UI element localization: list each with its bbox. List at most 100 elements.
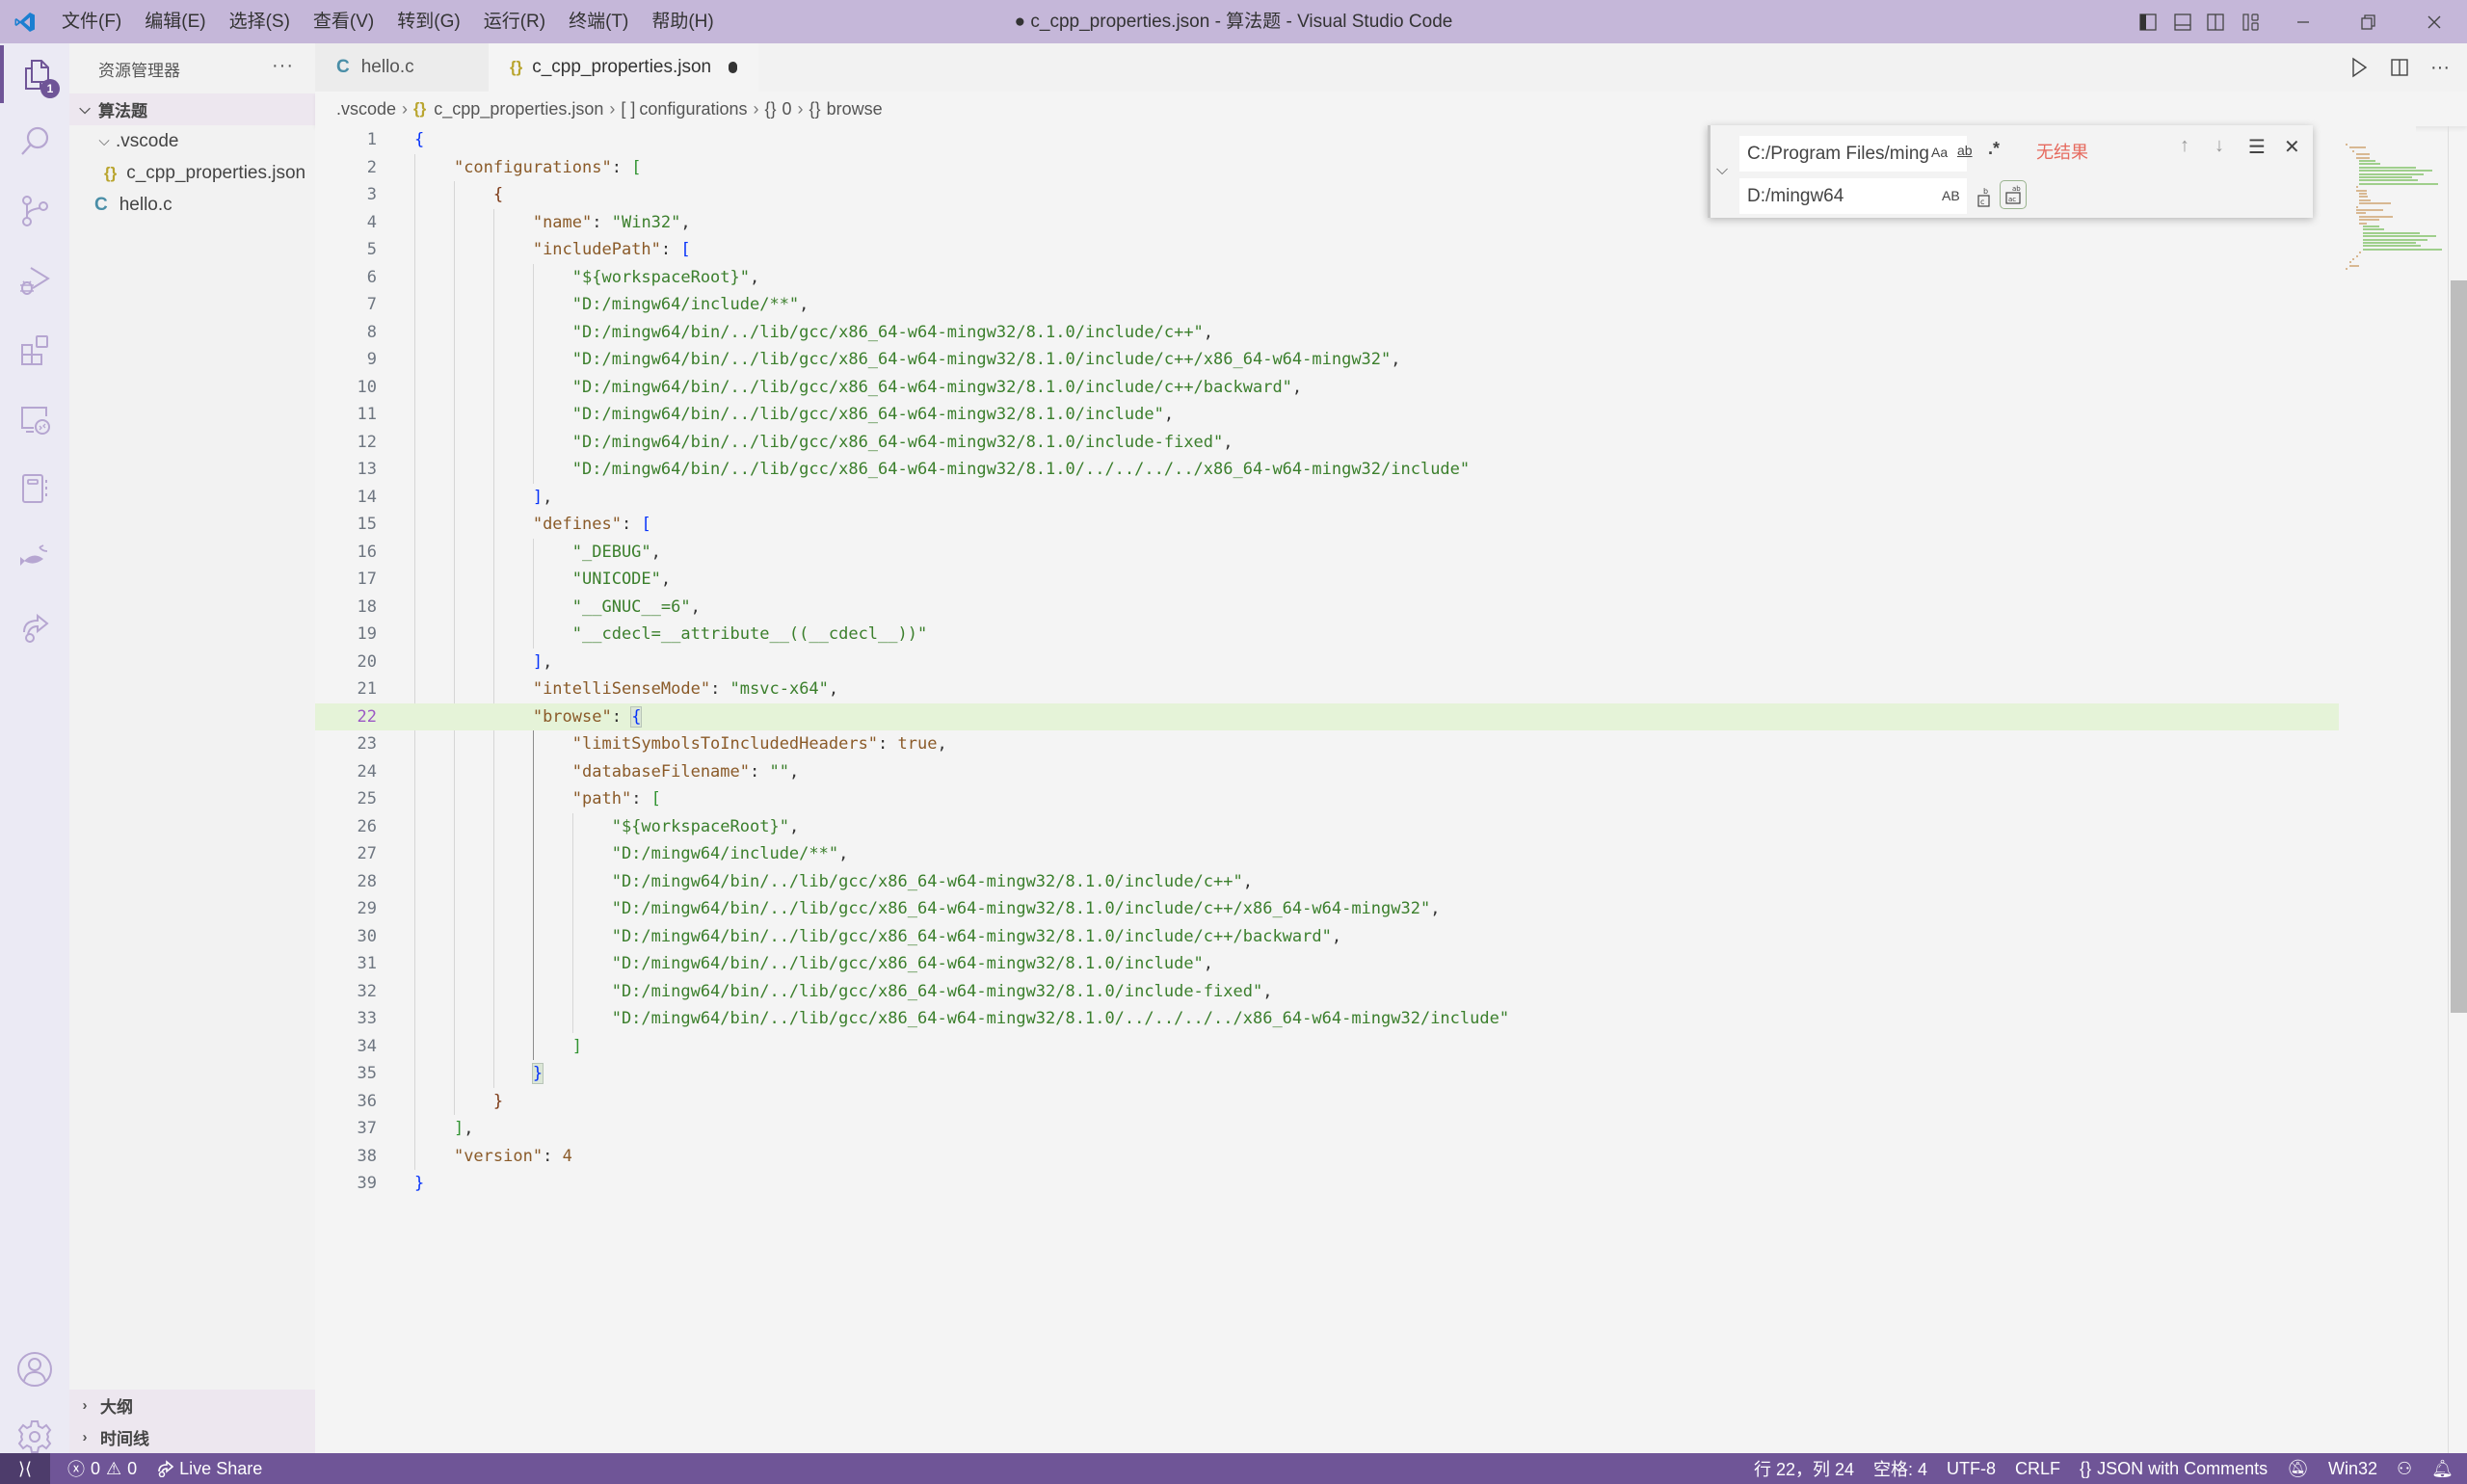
scrollbar-thumb[interactable] (2451, 280, 2467, 1013)
code-line[interactable]: 37 ], (315, 1115, 2339, 1143)
code-line[interactable]: 10 "D:/mingw64/bin/../lib/gcc/x86_64-w64… (315, 374, 2339, 402)
menu-view[interactable]: 查看(V) (302, 0, 385, 43)
activity-extensions[interactable] (0, 321, 69, 379)
code-line[interactable]: 15 "defines": [ (315, 511, 2339, 539)
platform[interactable]: Win32 (2319, 1459, 2387, 1479)
vertical-scrollbar[interactable] (2448, 126, 2467, 1453)
tab-hello-c[interactable]: C hello.c (315, 43, 489, 92)
replace-all-icon[interactable]: ac ab (2000, 180, 2027, 209)
close-find-icon[interactable]: ✕ (2284, 135, 2300, 159)
next-match-icon[interactable]: ↓ (2215, 135, 2224, 157)
code-line[interactable]: 8 "D:/mingw64/bin/../lib/gcc/x86_64-w64-… (315, 319, 2339, 347)
replace-one-icon[interactable]: cb (1976, 185, 1993, 208)
breadcrumb-item[interactable]: 0 (783, 99, 792, 119)
code-line[interactable]: 12 "D:/mingw64/bin/../lib/gcc/x86_64-w64… (315, 429, 2339, 457)
section-outline[interactable]: › 大纲 (69, 1390, 315, 1421)
code-line[interactable]: 19 "__cdecl=__attribute__((__cdecl__))" (315, 621, 2339, 649)
code-line[interactable]: 28 "D:/mingw64/bin/../lib/gcc/x86_64-w64… (315, 868, 2339, 896)
code-line[interactable]: 9 "D:/mingw64/bin/../lib/gcc/x86_64-w64-… (315, 346, 2339, 374)
code-line[interactable]: 23 "limitSymbolsToIncludedHeaders": true… (315, 730, 2339, 758)
toggle-panel-button[interactable] (2166, 0, 2199, 43)
whole-word-toggle[interactable]: ab (1957, 143, 1973, 158)
code-line[interactable]: 34 ] (315, 1033, 2339, 1061)
code-line[interactable]: 24 "databaseFilename": "", (315, 758, 2339, 786)
code-line[interactable]: 17 "UNICODE", (315, 566, 2339, 594)
regex-toggle[interactable]: .* (1988, 139, 2000, 159)
code-line[interactable]: 38 "version": 4 (315, 1143, 2339, 1171)
cursor-position[interactable]: 行 22，列 24 (1744, 1456, 1864, 1481)
code-line[interactable]: 13 "D:/mingw64/bin/../lib/gcc/x86_64-w64… (315, 456, 2339, 484)
problems-indicator[interactable]: ⓧ 0 ⚠ 0 (58, 1456, 146, 1481)
notifications[interactable]: 🔔︎ (2422, 1459, 2467, 1479)
code-line[interactable]: 14 ], (315, 484, 2339, 512)
menu-help[interactable]: 帮助(H) (640, 0, 725, 43)
run-icon[interactable] (2349, 57, 2369, 78)
tree-item-vscode-folder[interactable]: ⌵ .vscode (69, 125, 315, 157)
menu-terminal[interactable]: 终端(T) (557, 0, 640, 43)
tree-item-hello-c[interactable]: C hello.c (69, 189, 315, 221)
code-line[interactable]: 7 "D:/mingw64/include/**", (315, 291, 2339, 319)
minimap[interactable] (2342, 126, 2448, 415)
code-line[interactable]: 16 "_DEBUG", (315, 539, 2339, 567)
live-share-status[interactable]: Live Share (146, 1459, 272, 1479)
match-case-toggle[interactable]: Aa (1931, 145, 1948, 160)
tree-item-c-cpp-properties[interactable]: {} c_cpp_properties.json (69, 157, 315, 189)
section-timeline[interactable]: › 时间线 (69, 1421, 315, 1453)
code-line[interactable]: 32 "D:/mingw64/bin/../lib/gcc/x86_64-w64… (315, 978, 2339, 1006)
restore-button[interactable] (2336, 0, 2401, 43)
tab-c-cpp-properties[interactable]: {} c_cpp_properties.json (489, 43, 758, 92)
code-line[interactable]: 20 ], (315, 649, 2339, 676)
code-line[interactable]: 5 "includePath": [ (315, 236, 2339, 264)
code-line[interactable]: 29 "D:/mingw64/bin/../lib/gcc/x86_64-w64… (315, 895, 2339, 923)
minimize-button[interactable] (2270, 0, 2336, 43)
code-line[interactable]: 39} (315, 1170, 2339, 1198)
activity-notebook[interactable] (0, 460, 69, 517)
previous-match-icon[interactable]: ↑ (2180, 135, 2189, 157)
find-in-selection-icon[interactable]: ☰ (2248, 135, 2266, 159)
code-line[interactable]: 26 "${workspaceRoot}", (315, 813, 2339, 841)
toggle-replace-chevron-icon[interactable]: ⌵ (1716, 162, 1728, 179)
activity-remote-explorer[interactable] (0, 390, 69, 448)
activity-fish[interactable] (0, 529, 69, 587)
more-actions-icon[interactable]: ··· (2430, 57, 2450, 79)
code-line[interactable]: 22 "browse": { (315, 702, 2339, 730)
close-window-button[interactable] (2401, 0, 2467, 43)
indentation[interactable]: 空格: 4 (1864, 1456, 1937, 1481)
preserve-case-toggle[interactable]: AB (1942, 188, 1960, 203)
code-line[interactable]: 35 } (315, 1060, 2339, 1088)
code-line[interactable]: 25 "path": [ (315, 785, 2339, 813)
code-line[interactable]: 11 "D:/mingw64/bin/../lib/gcc/x86_64-w64… (315, 401, 2339, 429)
breadcrumb-item[interactable]: c_cpp_properties.json (434, 99, 603, 119)
menu-edit[interactable]: 编辑(E) (133, 0, 217, 43)
activity-search[interactable] (0, 113, 69, 171)
code-line[interactable]: 18 "__GNUC__=6", (315, 594, 2339, 622)
menu-run[interactable]: 运行(R) (472, 0, 557, 43)
remote-indicator-button[interactable]: ⟩⟨ (0, 1453, 50, 1484)
code-line[interactable]: 31 "D:/mingw64/bin/../lib/gcc/x86_64-w64… (315, 950, 2339, 978)
menu-file[interactable]: 文件(F) (50, 0, 133, 43)
breadcrumb-item[interactable]: .vscode (336, 99, 396, 119)
activity-source-control[interactable] (0, 182, 69, 240)
breadcrumb-item[interactable]: configurations (639, 99, 747, 119)
activity-live-share[interactable] (0, 598, 69, 656)
code-line[interactable]: 36 } (315, 1088, 2339, 1116)
split-editor-icon[interactable] (2390, 58, 2409, 77)
code-line[interactable]: 27 "D:/mingw64/include/**", (315, 840, 2339, 868)
feedback[interactable]: ⚇ (2387, 1459, 2422, 1479)
activity-run-debug[interactable] (0, 252, 69, 309)
replace-input[interactable]: D:/mingw64 (1739, 178, 1967, 214)
explorer-more-actions-button[interactable]: ··· (272, 55, 294, 77)
notifications-muted[interactable]: 🔕︎ (2277, 1459, 2319, 1479)
unsaved-dot-icon[interactable] (729, 62, 737, 73)
customize-layout-button[interactable] (2232, 0, 2270, 43)
menu-go[interactable]: 转到(G) (385, 0, 471, 43)
toggle-primary-sidebar-button[interactable] (2130, 0, 2166, 43)
activity-explorer[interactable]: 1 (0, 45, 69, 103)
code-line[interactable]: 33 "D:/mingw64/bin/../lib/gcc/x86_64-w64… (315, 1005, 2339, 1033)
activity-accounts[interactable] (0, 1340, 69, 1398)
encoding[interactable]: UTF-8 (1937, 1459, 2005, 1479)
menu-selection[interactable]: 选择(S) (218, 0, 302, 43)
code-editor[interactable]: 1 {2 "configurations": [3 {4 "name": "Win… (315, 126, 2416, 1453)
toggle-secondary-sidebar-button[interactable] (2199, 0, 2232, 43)
workspace-folder-root[interactable]: ⌵ 算法题 (69, 93, 315, 125)
